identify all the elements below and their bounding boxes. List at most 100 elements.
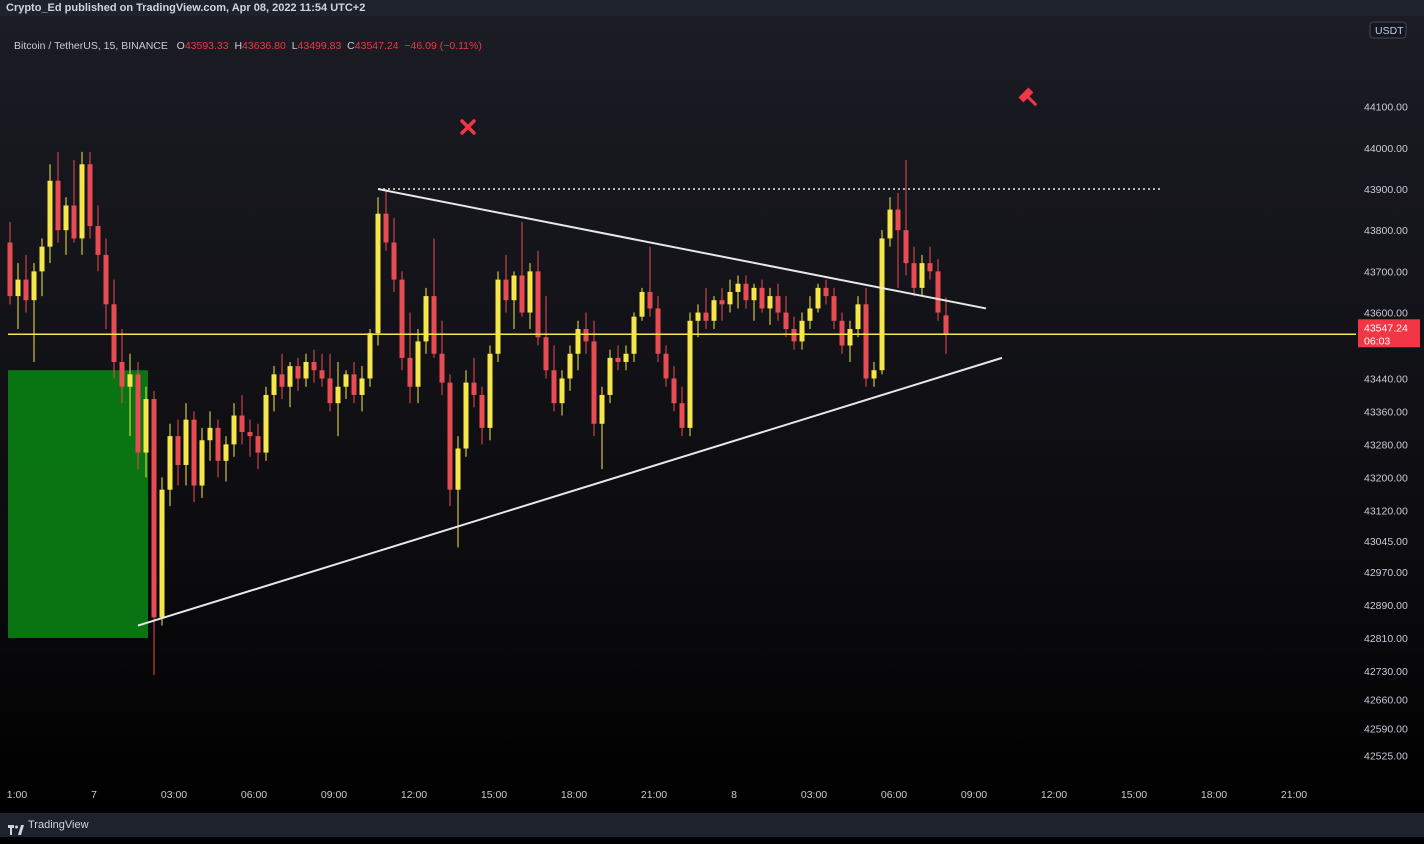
legend-high: 43636.80 [242, 40, 286, 52]
axis-layer: 44100.00 44000.00 43900.00 43800.00 43700.00… [7, 21, 1420, 801]
legend-close-label: C [347, 40, 355, 52]
candle-body [495, 279, 501, 354]
candle-body [351, 374, 357, 395]
candlestick-chart[interactable]: 44100.00 44000.00 43900.00 43800.00 43700.00… [0, 16, 1424, 813]
candle-body [831, 296, 837, 321]
red-hammer-icon [1018, 87, 1038, 107]
x-axis-tick-label: 18:00 [561, 789, 587, 801]
candle-body [743, 283, 749, 301]
candle-body [311, 361, 317, 371]
chart-area[interactable]: 44100.00 44000.00 43900.00 43800.00 43700.00… [0, 16, 1424, 813]
candle-body [79, 164, 85, 239]
candle-body [415, 341, 421, 387]
candle-body [159, 489, 165, 618]
candle-body [7, 242, 13, 297]
candle-body [551, 370, 557, 404]
candle-body [119, 361, 125, 387]
candle-body [15, 279, 21, 297]
y-axis-tick-label: 43600.00 [1364, 308, 1408, 320]
candle-body [735, 283, 741, 292]
x-axis-tick-label: 06:00 [241, 789, 267, 801]
x-axis-tick-label: 21:00 [1281, 789, 1307, 801]
legend-high-label: H [234, 40, 243, 52]
y-axis-tick-label: 43700.00 [1364, 266, 1408, 278]
candle-body [719, 300, 725, 305]
legend-open: 43593.33 [184, 40, 229, 52]
x-axis-tick-label: 8 [731, 789, 737, 801]
candle-body [263, 394, 269, 453]
x-axis-tick-label: 15:00 [1121, 789, 1147, 801]
y-axis-tick-label: 43280.00 [1364, 439, 1408, 451]
candle-body [607, 357, 613, 395]
candle-body [543, 337, 549, 371]
x-axis-tick-label: 7 [91, 789, 97, 801]
candle-body [711, 300, 717, 321]
legend-symbol: Bitcoin / TetherUS, 15, BINANCE [14, 40, 168, 52]
candle-body [575, 329, 581, 354]
x-axis-tick-label: 21:00 [641, 789, 667, 801]
candle-body [871, 370, 877, 379]
tradingview-logo-icon [8, 820, 24, 835]
candle-body [103, 254, 109, 305]
candle-body [855, 304, 861, 330]
y-axis-tick-label: 42730.00 [1364, 666, 1408, 678]
candle-body [687, 320, 693, 428]
candle-body [167, 436, 173, 490]
candle-body [295, 366, 301, 379]
zone-layer [8, 370, 148, 638]
candle-body [599, 394, 605, 424]
legend-open-label: O [176, 40, 185, 52]
candle-body [63, 205, 69, 231]
candle-body [815, 287, 821, 309]
candle-body [919, 263, 925, 288]
x-axis-tick-label: 12:00 [401, 789, 427, 801]
candle-body [487, 353, 493, 428]
candle-body [935, 271, 941, 313]
candle-body [111, 304, 117, 362]
candle-body [367, 333, 373, 379]
candle-body [759, 287, 765, 309]
candle-body [447, 382, 453, 490]
candle-body [847, 329, 853, 346]
candle-body [47, 180, 53, 247]
y-axis-tick-label: 43200.00 [1364, 472, 1408, 484]
x-axis-tick-label: 06:00 [881, 789, 907, 801]
candle-body [303, 361, 309, 379]
y-axis-tick-label: 42590.00 [1364, 724, 1408, 736]
candle-body [807, 308, 813, 321]
tradingview-brand[interactable]: TradingView [8, 813, 89, 837]
candle-body [143, 399, 149, 453]
candle-body [319, 370, 325, 379]
y-axis-tick-label: 42890.00 [1364, 600, 1408, 612]
candle-body [335, 386, 341, 404]
y-axis-tick-label: 43900.00 [1364, 184, 1408, 196]
candle-body [287, 366, 293, 387]
currency-label: USDT [1375, 25, 1404, 37]
candle-body [767, 296, 773, 309]
publish-header: Crypto_Ed published on TradingView.com, … [0, 0, 1424, 16]
candle-body [135, 374, 141, 453]
candle-body [823, 287, 829, 297]
candle-body [439, 353, 445, 383]
candle-body [199, 440, 205, 486]
candle-body [615, 357, 621, 362]
candle-body [463, 382, 469, 449]
candle-body [775, 296, 781, 313]
y-axis-tick-label: 42970.00 [1364, 567, 1408, 579]
candle-body [751, 287, 757, 301]
candle-body [895, 209, 901, 231]
candle-body [327, 378, 333, 404]
symbol-legend: Bitcoin / TetherUS, 15, BINANCE O43593.3… [14, 40, 482, 52]
marker-layer [460, 87, 1038, 135]
y-axis-tick-label: 43120.00 [1364, 505, 1408, 517]
candle-body [431, 296, 437, 354]
candle-layer [7, 151, 949, 676]
candle-body [911, 263, 917, 288]
candle-body [207, 427, 213, 441]
candle-body [95, 226, 101, 255]
candle-body [55, 180, 61, 231]
footer-brand-label: TradingView [28, 819, 89, 831]
candle-body [791, 329, 797, 342]
candle-body [623, 353, 629, 362]
x-axis-tick-label: 03:00 [161, 789, 187, 801]
